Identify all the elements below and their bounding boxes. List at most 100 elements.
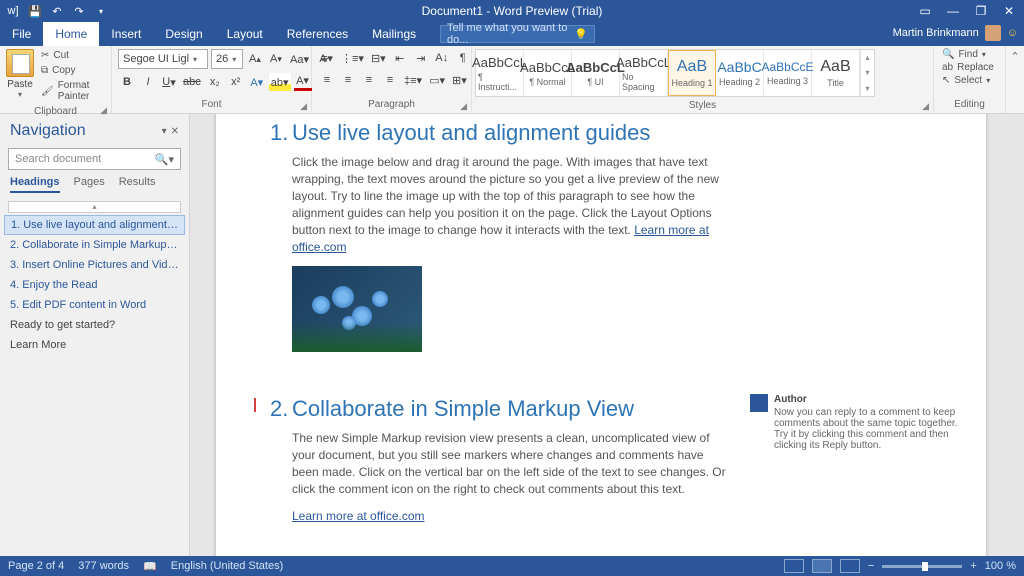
spellcheck-icon[interactable]: 📖 — [143, 560, 157, 573]
line-spacing-icon[interactable]: ‡≡▾ — [402, 71, 424, 89]
bullets-icon[interactable]: ≡▾ — [318, 49, 336, 67]
subscript-button[interactable]: x₂ — [206, 73, 224, 91]
web-layout-icon[interactable] — [840, 559, 860, 573]
zoom-in-icon[interactable]: + — [970, 560, 976, 572]
tab-layout[interactable]: Layout — [215, 22, 275, 46]
word-count[interactable]: 377 words — [78, 560, 129, 572]
tab-insert[interactable]: Insert — [99, 22, 153, 46]
paste-button[interactable]: Paste ▾ — [6, 49, 34, 99]
style-instruction[interactable]: AaBbCcL¶ Instructi... — [476, 50, 524, 96]
nav-tab-results[interactable]: Results — [119, 176, 156, 193]
nav-close-icon[interactable]: ✕ — [171, 126, 179, 137]
decrease-indent-icon[interactable]: ⇤ — [391, 49, 409, 67]
user-area[interactable]: Martin Brinkmann ☺ — [893, 25, 1018, 41]
undo-icon[interactable]: ↶ — [48, 2, 66, 20]
heading-2[interactable]: 2.Collaborate in Simple Markup View — [270, 396, 730, 422]
ribbon-options-icon[interactable]: ▭ — [912, 2, 938, 20]
gallery-up-icon[interactable]: ▴ — [861, 53, 874, 62]
collapse-ribbon-icon[interactable]: ⌃ — [1006, 46, 1024, 113]
body-paragraph[interactable]: The new Simple Markup revision view pres… — [292, 430, 730, 498]
tab-references[interactable]: References — [275, 22, 360, 46]
show-marks-icon[interactable]: ¶ — [454, 49, 472, 67]
zoom-out-icon[interactable]: − — [868, 560, 874, 572]
highlight-icon[interactable]: ab▾ — [269, 73, 291, 91]
maximize-icon[interactable]: ❐ — [968, 2, 994, 20]
nav-search-input[interactable]: Search document 🔍▾ — [8, 148, 181, 170]
dialog-launcher-icon[interactable]: ◢ — [460, 101, 467, 112]
dialog-launcher-icon[interactable]: ◢ — [300, 101, 307, 112]
tell-me-search[interactable]: Tell me what you want to do... 💡 — [440, 25, 595, 43]
save-icon[interactable]: 💾 — [26, 2, 44, 20]
style-heading2[interactable]: AaBbCHeading 2 — [716, 50, 764, 96]
font-size-combo[interactable]: 26▾ — [211, 49, 243, 69]
sort-icon[interactable]: A↓ — [433, 49, 451, 67]
inline-image[interactable] — [292, 266, 422, 352]
shading-icon[interactable]: ▭▾ — [427, 71, 447, 89]
style-gallery[interactable]: AaBbCcL¶ Instructi... AaBbCcL¶ Normal Aa… — [475, 49, 875, 97]
font-color-icon[interactable]: A▾ — [294, 73, 312, 91]
font-name-combo[interactable]: Segoe UI Ligl▾ — [118, 49, 208, 69]
close-icon[interactable]: ✕ — [996, 2, 1022, 20]
underline-button[interactable]: U▾ — [160, 73, 178, 91]
borders-icon[interactable]: ⊞▾ — [450, 71, 469, 89]
multilevel-icon[interactable]: ⊟▾ — [369, 49, 388, 67]
tab-design[interactable]: Design — [153, 22, 214, 46]
body-paragraph[interactable]: Click the image below and drag it around… — [292, 154, 730, 256]
nav-item[interactable]: 2. Collaborate in Simple Markup View — [0, 235, 189, 255]
find-button[interactable]: 🔍Find▾ — [942, 49, 986, 60]
zoom-level[interactable]: 100 % — [985, 560, 1016, 572]
italic-button[interactable]: I — [139, 73, 157, 91]
style-ui[interactable]: AaBbCcL¶ UI — [572, 50, 620, 96]
heading-1[interactable]: 1.Use live layout and alignment guides — [270, 120, 730, 146]
replace-button[interactable]: abReplace — [942, 62, 994, 73]
bold-button[interactable]: B — [118, 73, 136, 91]
comment-balloon[interactable]: Author Now you can reply to a comment to… — [750, 394, 970, 451]
tab-home[interactable]: Home — [43, 22, 99, 46]
increase-indent-icon[interactable]: ⇥ — [412, 49, 430, 67]
feedback-icon[interactable]: ☺ — [1007, 27, 1018, 39]
language-status[interactable]: English (United States) — [171, 560, 284, 572]
tab-file[interactable]: File — [0, 22, 43, 46]
nav-scroll-up[interactable]: ▴ — [8, 201, 181, 213]
style-normal[interactable]: AaBbCcL¶ Normal — [524, 50, 572, 96]
nav-dropdown-icon[interactable]: ▾ — [162, 126, 167, 137]
align-center-icon[interactable]: ≡ — [339, 71, 357, 89]
qat-customize-icon[interactable]: ▾ — [92, 2, 110, 20]
tab-mailings[interactable]: Mailings — [360, 22, 428, 46]
cut-button[interactable]: ✂Cut — [38, 49, 105, 62]
change-case-icon[interactable]: Aa▾ — [288, 50, 311, 68]
justify-icon[interactable]: ≡ — [381, 71, 399, 89]
zoom-slider[interactable] — [882, 565, 962, 568]
format-painter-button[interactable]: 🖌Format Painter — [38, 79, 105, 103]
style-no-spacing[interactable]: AaBbCcLNo Spacing — [620, 50, 668, 96]
document-area[interactable]: 1.Use live layout and alignment guides C… — [190, 114, 1024, 556]
align-right-icon[interactable]: ≡ — [360, 71, 378, 89]
numbering-icon[interactable]: ⋮≡▾ — [339, 49, 366, 67]
copy-button[interactable]: ⧉Copy — [38, 64, 105, 77]
style-heading1[interactable]: AaBHeading 1 — [668, 50, 716, 96]
gallery-down-icon[interactable]: ▾ — [861, 68, 874, 77]
align-left-icon[interactable]: ≡ — [318, 71, 336, 89]
strike-button[interactable]: abc — [181, 73, 203, 91]
grow-font-icon[interactable]: A▴ — [246, 50, 264, 68]
dialog-launcher-icon[interactable]: ◢ — [100, 105, 107, 116]
nav-item[interactable]: 5. Edit PDF content in Word — [0, 295, 189, 315]
print-layout-icon[interactable] — [812, 559, 832, 573]
revision-bar[interactable] — [254, 398, 256, 412]
nav-item[interactable]: Learn More — [0, 335, 189, 355]
style-heading3[interactable]: AaBbCcEHeading 3 — [764, 50, 812, 96]
style-title[interactable]: AaBTitle — [812, 50, 860, 96]
select-button[interactable]: ↖Select▾ — [942, 75, 990, 86]
text-effects-icon[interactable]: A▾ — [248, 73, 266, 91]
minimize-icon[interactable]: — — [940, 2, 966, 20]
read-mode-icon[interactable] — [784, 559, 804, 573]
learn-more-link[interactable]: Learn more at office.com — [292, 509, 425, 523]
nav-tab-pages[interactable]: Pages — [74, 176, 105, 193]
superscript-button[interactable]: x² — [227, 73, 245, 91]
nav-item[interactable]: 3. Insert Online Pictures and Video — [0, 255, 189, 275]
nav-item[interactable]: 1. Use live layout and alignment gui... — [4, 215, 185, 235]
gallery-more-icon[interactable]: ▾ — [861, 84, 874, 93]
nav-tab-headings[interactable]: Headings — [10, 176, 60, 193]
dialog-launcher-icon[interactable]: ◢ — [922, 101, 929, 112]
page-status[interactable]: Page 2 of 4 — [8, 560, 64, 572]
